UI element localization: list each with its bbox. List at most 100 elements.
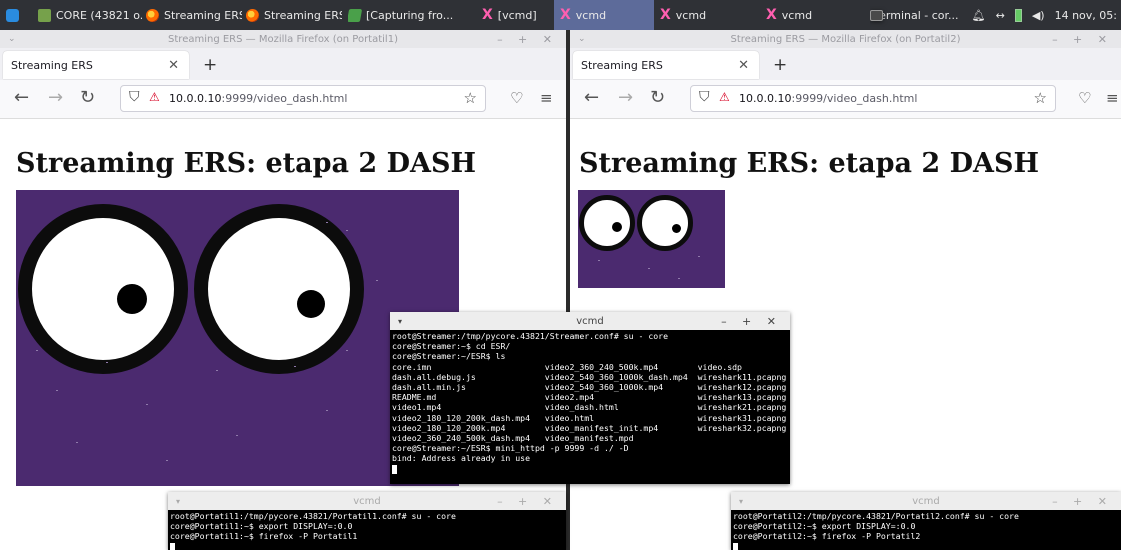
forward-button[interactable]: →: [48, 88, 63, 108]
page-heading: Streaming ERS: etapa 2 DASH: [579, 148, 1039, 179]
tab-streaming-ers[interactable]: Streaming ERS ✕: [573, 51, 759, 79]
terminal-line: root@Portatil2:/tmp/pycore.43821/Portati…: [733, 511, 1019, 521]
window-menu-icon[interactable]: ⌄: [8, 34, 16, 44]
video-player[interactable]: [578, 190, 725, 288]
new-tab-button[interactable]: +: [773, 55, 787, 75]
terminal-line: core.imn video2_360_240_500k.mp4 video.s…: [392, 361, 742, 372]
url-host: 10.0.0.10: [169, 92, 222, 105]
terminal-streamer[interactable]: ▾ vcmd – + ✕ root@Streamer:/tmp/pycore.4…: [390, 312, 790, 484]
insecure-lock-icon[interactable]: ⚠: [719, 90, 730, 104]
insecure-lock-icon[interactable]: ⚠: [149, 90, 160, 104]
clock[interactable]: 14 nov, 05:: [1055, 9, 1117, 22]
hamburger-menu-icon[interactable]: ≡: [1106, 88, 1119, 108]
reload-button[interactable]: ↻: [80, 88, 95, 108]
tracking-shield-icon[interactable]: ⛉: [699, 89, 710, 105]
terminal-portatil2[interactable]: ▾ vcmd – + ✕ root@Portatil2:/tmp/pycore.…: [731, 492, 1121, 550]
star-dot: [376, 280, 378, 281]
star-dot: [146, 404, 148, 405]
taskbar-item-core[interactable]: CORE (43821 o...: [38, 0, 142, 30]
url-bar[interactable]: ⛉ ⚠ 10.0.0.10:9999/video_dash.html ☆: [690, 85, 1056, 112]
bookmark-star-icon[interactable]: ☆: [1034, 89, 1047, 107]
terminal-cursor: [392, 464, 397, 474]
nav-toolbar: ← → ↻ ⛉ ⚠ 10.0.0.10:9999/video_dash.html…: [570, 80, 1121, 119]
window-controls[interactable]: – + ✕: [497, 33, 558, 46]
terminal-output[interactable]: root@Portatil2:/tmp/pycore.43821/Portati…: [731, 510, 1121, 550]
star-dot: [698, 256, 700, 257]
bookmark-star-icon[interactable]: ☆: [464, 89, 477, 107]
star-dot: [166, 460, 168, 461]
pocket-icon[interactable]: ♡: [1078, 88, 1091, 108]
core-app-icon: [38, 8, 51, 22]
window-title: vcmd: [912, 495, 940, 507]
window-menu-icon[interactable]: ▾: [739, 497, 743, 506]
star-dot: [648, 268, 650, 269]
taskbar-item-vcmd-4[interactable]: Xvcmd: [766, 0, 836, 30]
close-tab-icon[interactable]: ✕: [168, 58, 179, 73]
taskbar-item-firefox-2[interactable]: Streaming ERS...: [246, 0, 342, 30]
taskbar-item-vcmd-2[interactable]: Xvcmd: [554, 0, 654, 30]
nav-toolbar: ← → ↻ ⛉ ⚠ 10.0.0.10:9999/video_dash.html…: [0, 80, 566, 119]
star-dot: [678, 278, 680, 279]
terminal-portatil1[interactable]: ▾ vcmd – + ✕ root@Portatil1:/tmp/pycore.…: [168, 492, 566, 550]
url-host: 10.0.0.10: [739, 92, 792, 105]
hamburger-menu-icon[interactable]: ≡: [540, 88, 553, 108]
new-tab-button[interactable]: +: [203, 55, 217, 75]
star-dot: [346, 350, 348, 351]
terminal-line: core@Streamer:~$ cd ESR/: [392, 341, 511, 352]
window-titlebar[interactable]: ▾ vcmd – + ✕: [731, 492, 1121, 510]
terminal-output[interactable]: root@Portatil1:/tmp/pycore.43821/Portati…: [168, 510, 566, 550]
forward-button[interactable]: →: [618, 88, 633, 108]
reload-button[interactable]: ↻: [650, 88, 665, 108]
app-menu-icon[interactable]: [6, 0, 24, 30]
pupil-icon: [672, 224, 681, 233]
window-controls[interactable]: – + ✕: [1052, 33, 1113, 46]
back-button[interactable]: ←: [584, 88, 599, 108]
window-menu-icon[interactable]: ▾: [176, 497, 180, 506]
tab-strip: Streaming ERS ✕ +: [0, 48, 566, 80]
eye-right-graphic: [194, 204, 364, 374]
tab-streaming-ers[interactable]: Streaming ERS ✕: [3, 51, 189, 79]
tracking-shield-icon[interactable]: ⛉: [129, 89, 140, 105]
terminal-line: core@Streamer:~/ESR$ ls: [392, 351, 506, 362]
firefox-icon: [146, 8, 159, 22]
taskbar-item-firefox-1[interactable]: Streaming ERS...: [146, 0, 242, 30]
volume-icon[interactable]: ◀): [1032, 9, 1045, 22]
window-controls[interactable]: – + ✕: [1052, 495, 1113, 508]
taskbar-item-vcmd-3[interactable]: Xvcmd: [660, 0, 730, 30]
terminal-line: root@Portatil1:/tmp/pycore.43821/Portati…: [170, 511, 456, 521]
network-icon[interactable]: ↔: [996, 9, 1005, 22]
terminal-output[interactable]: root@Streamer:/tmp/pycore.43821/Streamer…: [390, 330, 790, 475]
kde-logo-icon: [6, 8, 19, 22]
window-titlebar[interactable]: ⌄ Streaming ERS — Mozilla Firefox (on Po…: [0, 30, 566, 48]
window-controls[interactable]: – + ✕: [497, 495, 558, 508]
window-titlebar[interactable]: ▾ vcmd – + ✕: [168, 492, 566, 510]
star-dot: [216, 370, 218, 371]
terminal-cursor: [170, 542, 175, 550]
window-controls[interactable]: – + ✕: [721, 315, 782, 328]
terminal-line: video2_180_120_200k_dash.mp4 video.html …: [392, 412, 787, 423]
url-bar[interactable]: ⛉ ⚠ 10.0.0.10:9999/video_dash.html ☆: [120, 85, 486, 112]
terminal-line: dash.all.min.js video2_540_360_1000k.mp4…: [392, 382, 787, 393]
star-dot: [598, 260, 600, 261]
window-menu-icon[interactable]: ▾: [398, 317, 402, 326]
battery-icon[interactable]: [1014, 8, 1022, 22]
tab-title: Streaming ERS: [581, 58, 663, 72]
system-tray: 🔔︎ ↔ ◀) 14 nov, 05:: [972, 0, 1117, 30]
window-titlebar[interactable]: ▾ vcmd – + ✕: [390, 312, 790, 330]
terminal-line: core@Portatil1:~$ firefox -P Portatil1: [170, 531, 358, 542]
window-menu-icon[interactable]: ⌄: [578, 34, 586, 44]
taskbar-item-capture[interactable]: [Capturing fro...: [348, 0, 464, 30]
close-tab-icon[interactable]: ✕: [738, 58, 749, 73]
taskbar-item-vcmd-1[interactable]: X [vcmd]: [482, 0, 544, 30]
notification-bell-icon[interactable]: 🔔︎: [972, 9, 986, 22]
taskbar-item-terminal[interactable]: [Terminal - cor...: [870, 0, 978, 30]
pupil-icon: [117, 284, 147, 314]
star-dot: [346, 230, 348, 231]
back-button[interactable]: ←: [14, 88, 29, 108]
terminal-line: README.md video2.mp4 wireshark13.pcapng: [392, 392, 787, 403]
star-dot: [76, 442, 78, 443]
pocket-icon[interactable]: ♡: [510, 88, 523, 108]
window-titlebar[interactable]: ⌄ Streaming ERS — Mozilla Firefox (on Po…: [570, 30, 1121, 48]
x-terminal-icon: X: [482, 7, 493, 23]
tab-title: Streaming ERS: [11, 58, 93, 72]
